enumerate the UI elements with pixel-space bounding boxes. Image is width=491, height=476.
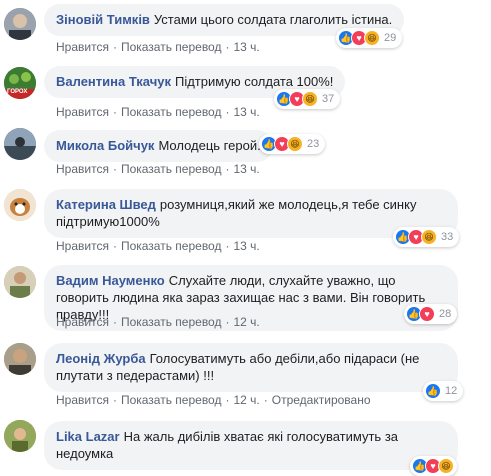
comment-actions: Нравится · Показать перевод · 13 ч. [56, 239, 260, 253]
timestamp[interactable]: 12 ч. [233, 393, 259, 407]
separator: · [112, 315, 117, 329]
haha-icon: 😆 [438, 458, 454, 474]
haha-icon: 😆 [302, 91, 318, 107]
reaction-count: 28 [439, 308, 452, 320]
separator: · [112, 239, 117, 253]
edited-label[interactable]: Отредактировано [272, 393, 371, 407]
like-link[interactable]: Нравится [56, 105, 109, 119]
translate-link[interactable]: Показать перевод [121, 40, 222, 54]
reaction-count: 23 [307, 138, 320, 150]
reactions-summary[interactable]: 👍 12 [423, 381, 464, 401]
avatar[interactable] [4, 128, 36, 160]
like-icon: 👍 [425, 383, 441, 399]
comment-actions: Нравится · Показать перевод · 13 ч. [56, 40, 260, 54]
reactions-summary[interactable]: 👍 ♥ 😆 37 [274, 89, 341, 109]
comment-author[interactable]: Зіновій Тимків [56, 12, 150, 27]
timestamp[interactable]: 13 ч. [233, 162, 259, 176]
translate-link[interactable]: Показать перевод [121, 315, 222, 329]
avatar[interactable] [4, 8, 36, 40]
separator: · [112, 162, 117, 176]
avatar[interactable] [4, 343, 36, 375]
avatar[interactable] [4, 266, 36, 298]
separator: · [112, 40, 117, 54]
comment-actions: Нравится · Показать перевод · 13 ч. [56, 105, 260, 119]
love-icon: ♥ [419, 306, 435, 322]
separator: · [225, 162, 230, 176]
translate-link[interactable]: Показать перевод [121, 393, 222, 407]
translate-link[interactable]: Показать перевод [121, 239, 222, 253]
timestamp[interactable]: 12 ч. [233, 315, 259, 329]
comment-text: Молодець герой. [158, 138, 261, 153]
reactions-summary[interactable]: 👍 ♥ 😆 29 [336, 28, 403, 48]
comment-bubble: Микола Бойчук Молодець герой. [44, 130, 273, 162]
comment-actions: Нравится · Показать перевод · 12 ч. · Отредакт… [56, 393, 371, 407]
like-link[interactable]: Нравится [56, 239, 109, 253]
comment-bubble: Lika Lazar На жаль дибілів хватає які гол… [44, 421, 458, 470]
avatar[interactable] [4, 420, 36, 452]
like-link[interactable]: Нравится [56, 162, 109, 176]
comment-actions: Нравится · Показать перевод · 12 ч. [56, 315, 260, 329]
reaction-count: 33 [441, 231, 454, 243]
translate-link[interactable]: Показать перевод [121, 162, 222, 176]
comment-author[interactable]: Вадим Науменко [56, 273, 165, 288]
reactions-summary[interactable]: 👍 ♥ 😆 33 [393, 227, 460, 247]
comment-author[interactable]: Микола Бойчук [56, 138, 154, 153]
comment-bubble: Леонід Журба Голосуватимуть або дебіли,аб… [44, 343, 458, 392]
separator: · [112, 105, 117, 119]
avatar[interactable] [4, 189, 36, 221]
reactions-summary[interactable]: 👍 ♥ 28 [404, 304, 458, 324]
avatar-badge: ГОРОХ [7, 89, 28, 95]
timestamp[interactable]: 13 ч. [233, 239, 259, 253]
haha-icon: 😆 [364, 30, 380, 46]
timestamp[interactable]: 13 ч. [233, 40, 259, 54]
like-link[interactable]: Нравится [56, 315, 109, 329]
comment-author[interactable]: Леонід Журба [56, 351, 146, 366]
avatar[interactable]: ГОРОХ [4, 67, 36, 99]
separator: · [263, 393, 268, 407]
like-link[interactable]: Нравится [56, 40, 109, 54]
translate-link[interactable]: Показать перевод [121, 105, 222, 119]
reactions-summary[interactable]: 👍 ♥ 😆 [410, 456, 457, 476]
comment-text: Підтримую солдата 100%! [174, 74, 334, 89]
comment-actions: Нравится · Показать перевод · 13 ч. [56, 162, 260, 176]
comment-author[interactable]: Валентина Ткачук [56, 74, 171, 89]
like-link[interactable]: Нравится [56, 393, 109, 407]
reactions-summary[interactable]: 👍 ♥ 😆 23 [259, 134, 326, 154]
comment-author[interactable]: Lika Lazar [56, 429, 120, 444]
haha-icon: 😆 [287, 136, 303, 152]
reaction-count: 29 [384, 32, 397, 44]
separator: · [225, 239, 230, 253]
reaction-count: 12 [445, 385, 458, 397]
separator: · [225, 393, 230, 407]
separator: · [225, 105, 230, 119]
comment-author[interactable]: Катерина Швед [56, 197, 156, 212]
haha-icon: 😆 [421, 229, 437, 245]
separator: · [225, 40, 230, 54]
comment-text: Устами цього солдата глаголить істина. [153, 12, 393, 27]
separator: · [225, 315, 230, 329]
reaction-count: 37 [322, 93, 335, 105]
timestamp[interactable]: 13 ч. [233, 105, 259, 119]
separator: · [112, 393, 117, 407]
